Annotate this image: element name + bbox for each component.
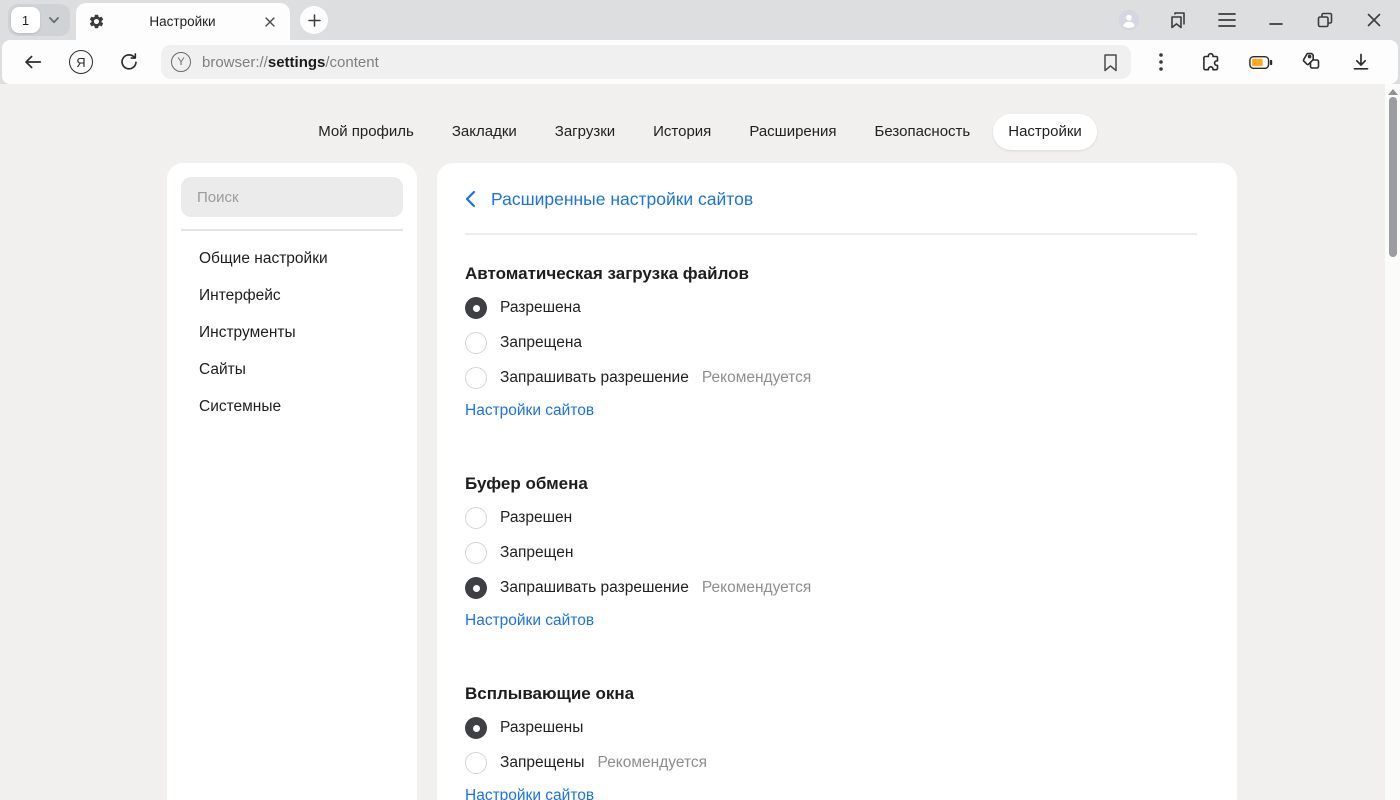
extensions-puzzle-icon[interactable] [1199, 50, 1223, 74]
gear-icon [88, 13, 105, 30]
radio-label: Разрешен [500, 509, 572, 527]
radio-label: Запрещены [500, 754, 585, 772]
address-bar[interactable]: Y browser://settings/content [161, 45, 1131, 79]
radio-option[interactable]: Запрещен [465, 542, 1197, 564]
section-title: Автоматическая загрузка файлов [465, 263, 1197, 284]
kebab-menu-icon[interactable] [1149, 50, 1173, 74]
browser-toolbar: Я Y browser://settings/content [2, 40, 1398, 84]
yandex-logo-icon[interactable]: Я [63, 44, 99, 80]
radio-label: Разрешены [500, 719, 583, 737]
back-chevron-icon[interactable] [465, 190, 476, 208]
tab-close-icon[interactable] [260, 12, 280, 32]
nav-tab[interactable]: Расширения [734, 114, 851, 150]
radio-option[interactable]: Запрашивать разрешение Рекомендуется [465, 577, 1197, 599]
tab-title: Настройки [105, 14, 260, 29]
recommended-badge: Рекомендуется [702, 579, 811, 597]
section-title: Всплывающие окна [465, 683, 1197, 704]
downloads-icon[interactable] [1349, 50, 1373, 74]
section-options: Разрешены Запрещены Рекомендуется [465, 717, 1197, 774]
settings-section: Всплывающие окна Разрешены Запрещены Рек… [465, 683, 1197, 800]
minimize-icon[interactable] [1265, 9, 1287, 31]
nav-tab[interactable]: Настройки [993, 114, 1097, 150]
tab-group-chip[interactable]: 1 [8, 4, 70, 36]
sidebar-item[interactable]: Сайты [181, 351, 403, 388]
settings-sections: Автоматическая загрузка файлов Разрешена… [465, 263, 1197, 800]
nav-tab[interactable]: Закладки [437, 114, 532, 150]
section-options: Разрешен Запрещен Запрашивать разрешение… [465, 507, 1197, 599]
nav-tab[interactable]: История [638, 114, 726, 150]
sidebar-item[interactable]: Системные [181, 388, 403, 425]
sidebar-divider [181, 229, 403, 231]
sidebar-item[interactable]: Инструменты [181, 314, 403, 351]
radio-option[interactable]: Запрашивать разрешение Рекомендуется [465, 367, 1197, 389]
settings-section: Буфер обмена Разрешен Запрещен Запрашива… [465, 473, 1197, 631]
radio-option[interactable]: Запрещены Рекомендуется [465, 752, 1197, 774]
site-settings-link[interactable]: Настройки сайтов [465, 611, 594, 631]
sidebar-items: Общие настройкиИнтерфейсИнструментыСайты… [181, 240, 403, 425]
settings-content: Расширенные настройки сайтов Автоматичес… [437, 163, 1237, 800]
section-options: Разрешена Запрещена Запрашивать разрешен… [465, 297, 1197, 389]
radio-option[interactable]: Разрешен [465, 507, 1197, 529]
content-header[interactable]: Расширенные настройки сайтов [465, 187, 1197, 211]
radio-option[interactable]: Разрешена [465, 297, 1197, 319]
url-scheme: browser:// [202, 54, 268, 71]
nav-tab[interactable]: Загрузки [540, 114, 630, 150]
reload-icon[interactable] [111, 44, 147, 80]
nav-tab[interactable]: Мой профиль [303, 114, 429, 150]
scrollbar[interactable] [1385, 84, 1400, 800]
tab-count-badge[interactable]: 1 [11, 7, 40, 33]
url-path: /content [325, 54, 378, 71]
recommended-badge: Рекомендуется [702, 369, 811, 387]
radio-icon[interactable] [465, 297, 487, 319]
site-settings-link[interactable]: Настройки сайтов [465, 401, 594, 421]
radio-icon[interactable] [465, 717, 487, 739]
share-tag-icon[interactable] [1299, 50, 1323, 74]
new-tab-button[interactable] [300, 6, 328, 34]
url-text[interactable]: browser://settings/content [202, 54, 1096, 71]
settings-nav-tabs: Мой профильЗакладкиЗагрузкиИсторияРасшир… [0, 84, 1400, 150]
avatar-icon[interactable] [1118, 9, 1140, 31]
search-input[interactable] [181, 177, 403, 217]
settings-page: Мой профильЗакладкиЗагрузкиИсторияРасшир… [0, 84, 1400, 800]
site-settings-link[interactable]: Настройки сайтов [465, 786, 594, 800]
settings-sidebar: Общие настройкиИнтерфейсИнструментыСайты… [167, 163, 417, 800]
radio-icon[interactable] [465, 507, 487, 529]
radio-icon[interactable] [465, 542, 487, 564]
recommended-badge: Рекомендуется [598, 754, 707, 772]
radio-label: Запрещен [500, 544, 573, 562]
back-icon[interactable] [15, 44, 51, 80]
page-title: Расширенные настройки сайтов [491, 189, 753, 210]
bookmark-icon[interactable] [1096, 48, 1124, 76]
tab-strip: 1 Настройки [0, 0, 1400, 40]
radio-icon[interactable] [465, 577, 487, 599]
browser-tab[interactable]: Настройки [76, 3, 290, 40]
section-title: Буфер обмена [465, 473, 1197, 494]
radio-label: Запрещена [500, 334, 582, 352]
protect-icon[interactable]: Y [171, 52, 191, 72]
settings-section: Автоматическая загрузка файлов Разрешена… [465, 263, 1197, 421]
radio-option[interactable]: Разрешены [465, 717, 1197, 739]
radio-icon[interactable] [465, 752, 487, 774]
radio-icon[interactable] [465, 332, 487, 354]
close-icon[interactable] [1363, 9, 1385, 31]
panels-bookmarks-icon[interactable] [1167, 9, 1189, 31]
sidebar-item[interactable]: Интерфейс [181, 277, 403, 314]
nav-tab[interactable]: Безопасность [860, 114, 986, 150]
scrollbar-thumb[interactable] [1389, 97, 1397, 257]
radio-option[interactable]: Запрещена [465, 332, 1197, 354]
scroll-up-arrow-icon[interactable] [1388, 89, 1398, 95]
radio-icon[interactable] [465, 367, 487, 389]
restore-icon[interactable] [1314, 9, 1336, 31]
chevron-down-icon[interactable] [42, 8, 66, 32]
hamburger-menu-icon[interactable] [1216, 9, 1238, 31]
content-divider [465, 233, 1197, 235]
battery-icon[interactable] [1249, 50, 1273, 74]
url-host: settings [268, 54, 326, 71]
radio-label: Запрашивать разрешение [500, 579, 689, 597]
radio-label: Разрешена [500, 299, 581, 317]
radio-label: Запрашивать разрешение [500, 369, 689, 387]
sidebar-item[interactable]: Общие настройки [181, 240, 403, 277]
